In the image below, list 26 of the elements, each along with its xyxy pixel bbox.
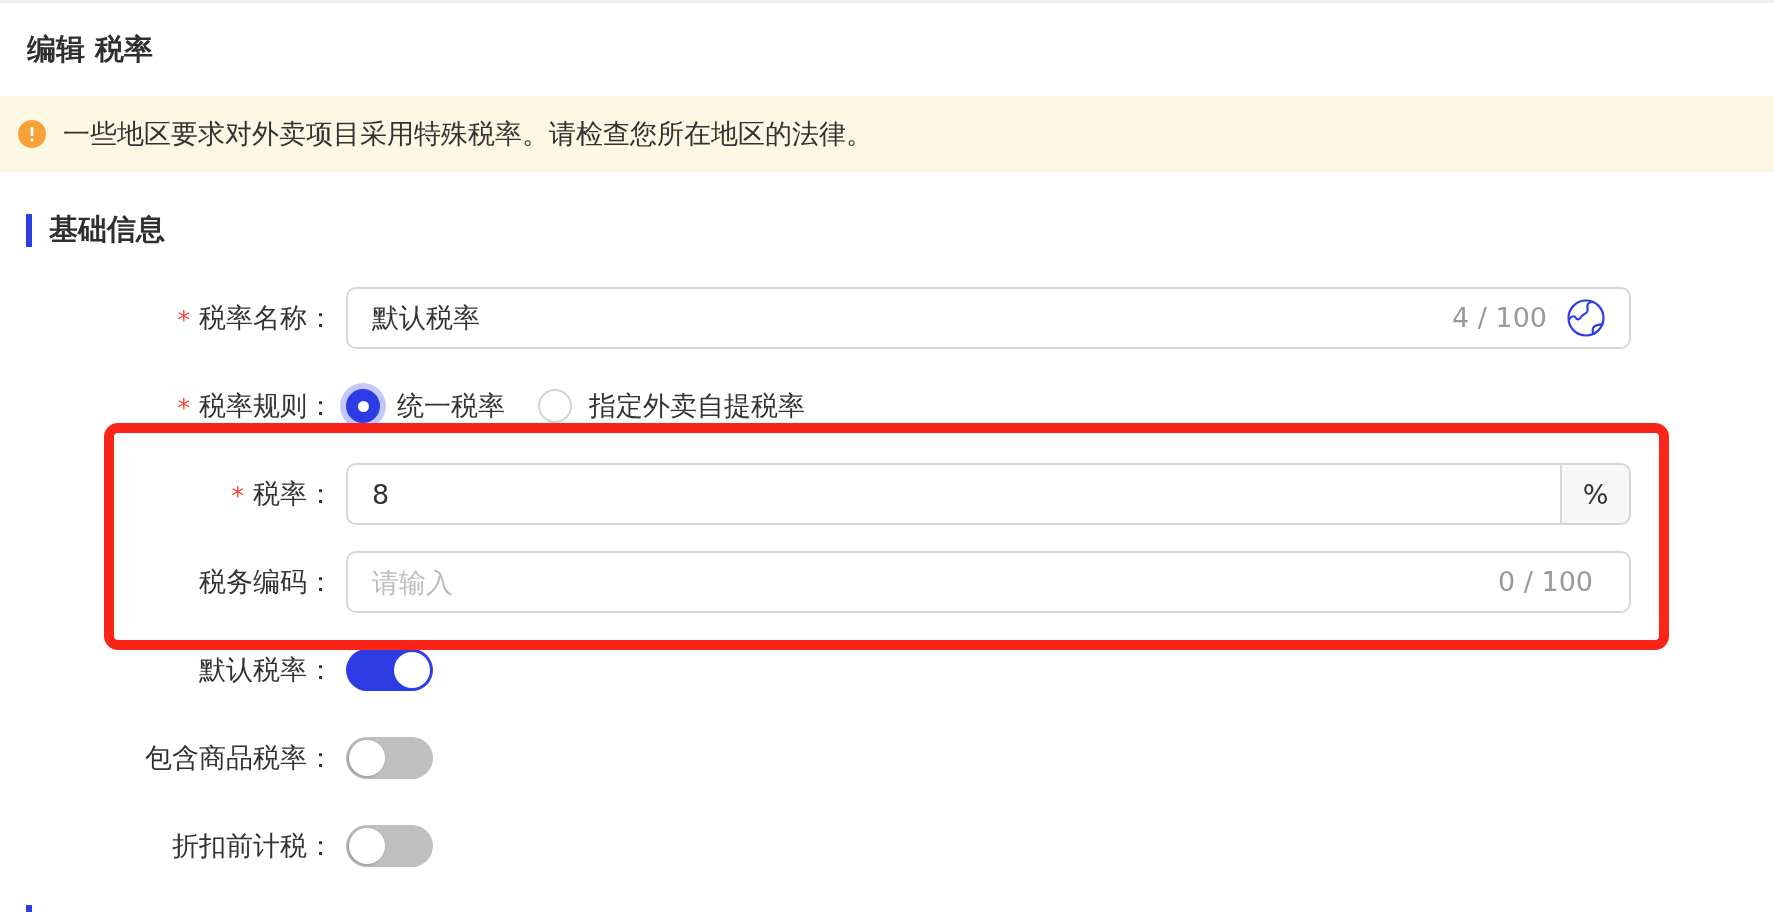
page-title: 编辑 税率	[27, 30, 154, 68]
rate-input[interactable]: 8	[346, 463, 1560, 525]
required-asterisk: *	[177, 304, 190, 334]
field-label: 税务编码：	[199, 567, 334, 597]
unit-addon: %	[1560, 463, 1631, 525]
section-marker-icon	[26, 213, 32, 247]
character-counter: 0 / 100	[1498, 567, 1593, 597]
section-title: 基础信息	[49, 211, 165, 248]
toggle-switch[interactable]	[346, 737, 433, 779]
globe-icon[interactable]	[1567, 299, 1605, 337]
toggle-switch[interactable]	[346, 649, 433, 691]
field-label: 默认税率：	[199, 655, 334, 685]
field-label: 税率规则：	[199, 391, 334, 421]
field-label: 包含商品税率：	[145, 743, 334, 773]
toggle-switch[interactable]	[346, 825, 433, 867]
warning-icon	[18, 120, 46, 148]
field-label: 税率名称：	[199, 303, 334, 333]
notice-text: 一些地区要求对外卖项目采用特殊税率。请检查您所在地区的法律。	[63, 117, 873, 151]
radio-option[interactable]: 指定外卖自提税率	[538, 389, 805, 423]
character-counter: 4 / 100	[1452, 303, 1547, 333]
field-label: 折扣前计税：	[172, 831, 334, 861]
radio-option[interactable]: 统一税率	[346, 389, 505, 423]
section-marker-icon	[26, 905, 32, 912]
field-label: 税率：	[253, 479, 334, 509]
required-asterisk: *	[231, 480, 244, 510]
required-asterisk: *	[177, 392, 190, 422]
